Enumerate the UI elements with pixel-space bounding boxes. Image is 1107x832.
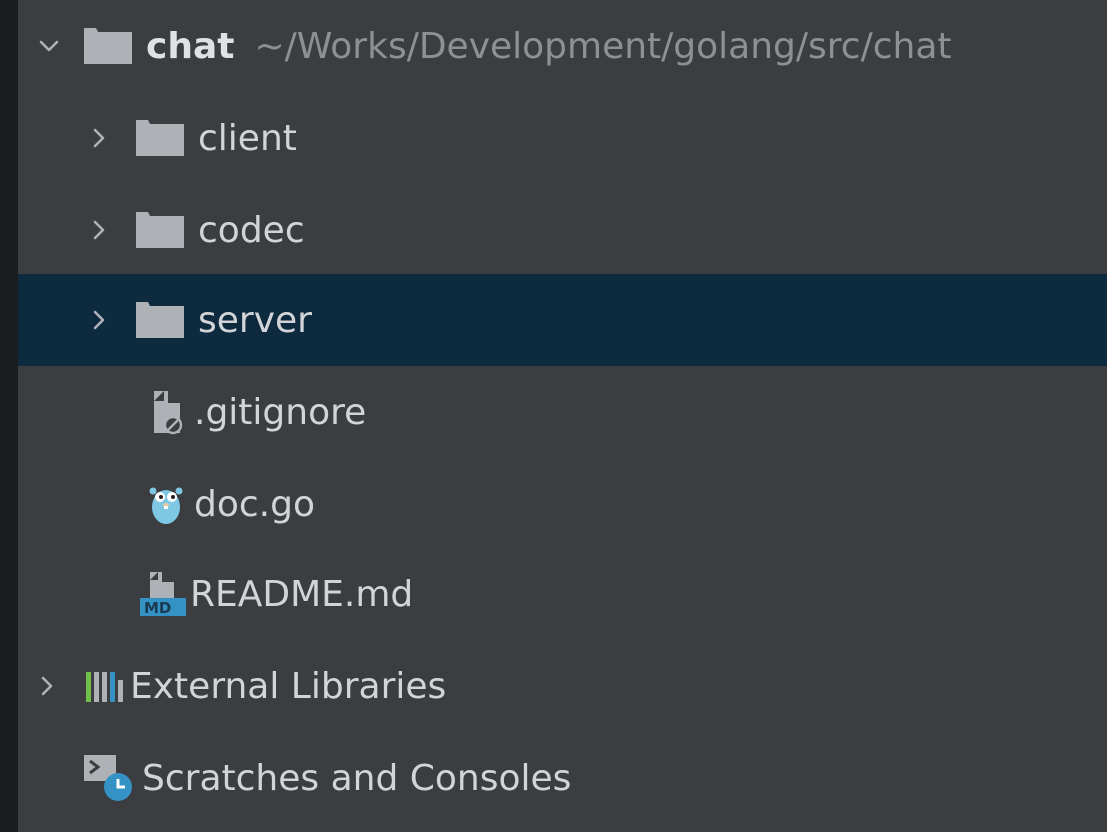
markdown-file-icon: MD	[138, 570, 188, 618]
root-folder-path: ~/Works/Development/golang/src/chat	[254, 25, 952, 67]
chevron-right-icon[interactable]	[34, 673, 60, 699]
chevron-right-icon[interactable]	[86, 217, 112, 243]
tree-item-codec[interactable]: codec	[18, 184, 1107, 276]
root-folder-name: chat	[146, 25, 235, 67]
chevron-down-icon[interactable]	[36, 33, 62, 59]
chevron-right-icon[interactable]	[86, 125, 112, 151]
tree-item-scratches[interactable]: Scratches and Consoles	[18, 732, 1107, 824]
gitignore-file-icon	[144, 389, 188, 435]
project-tree-panel: chat ~/Works/Development/golang/src/chat…	[18, 0, 1107, 832]
file-label: README.md	[190, 573, 414, 615]
folder-icon	[136, 302, 184, 338]
tree-item-client[interactable]: client	[18, 92, 1107, 184]
external-libraries-label: External Libraries	[130, 665, 447, 707]
tree-item-doc-go[interactable]: doc.go	[18, 458, 1107, 550]
folder-label: client	[198, 117, 297, 159]
folder-label: server	[198, 299, 312, 341]
folder-label: codec	[198, 209, 305, 251]
tree-item-external-libraries[interactable]: External Libraries	[18, 640, 1107, 732]
library-icon	[84, 668, 128, 704]
tree-item-server[interactable]: server	[18, 274, 1107, 366]
folder-icon	[136, 212, 184, 248]
file-label: .gitignore	[194, 391, 367, 433]
folder-icon	[84, 28, 132, 64]
window-frame: chat ~/Works/Development/golang/src/chat…	[0, 0, 1107, 832]
svg-text:MD: MD	[144, 599, 171, 617]
tree-root-row[interactable]: chat ~/Works/Development/golang/src/chat	[18, 0, 1107, 92]
file-label: doc.go	[194, 483, 315, 525]
folder-icon	[136, 120, 184, 156]
scratches-label: Scratches and Consoles	[142, 757, 572, 799]
tree-item-readme[interactable]: MD README.md	[18, 548, 1107, 640]
go-gopher-icon	[144, 481, 188, 527]
chevron-right-icon[interactable]	[86, 307, 112, 333]
scratches-icon	[82, 751, 136, 805]
tree-item-gitignore[interactable]: .gitignore	[18, 366, 1107, 458]
